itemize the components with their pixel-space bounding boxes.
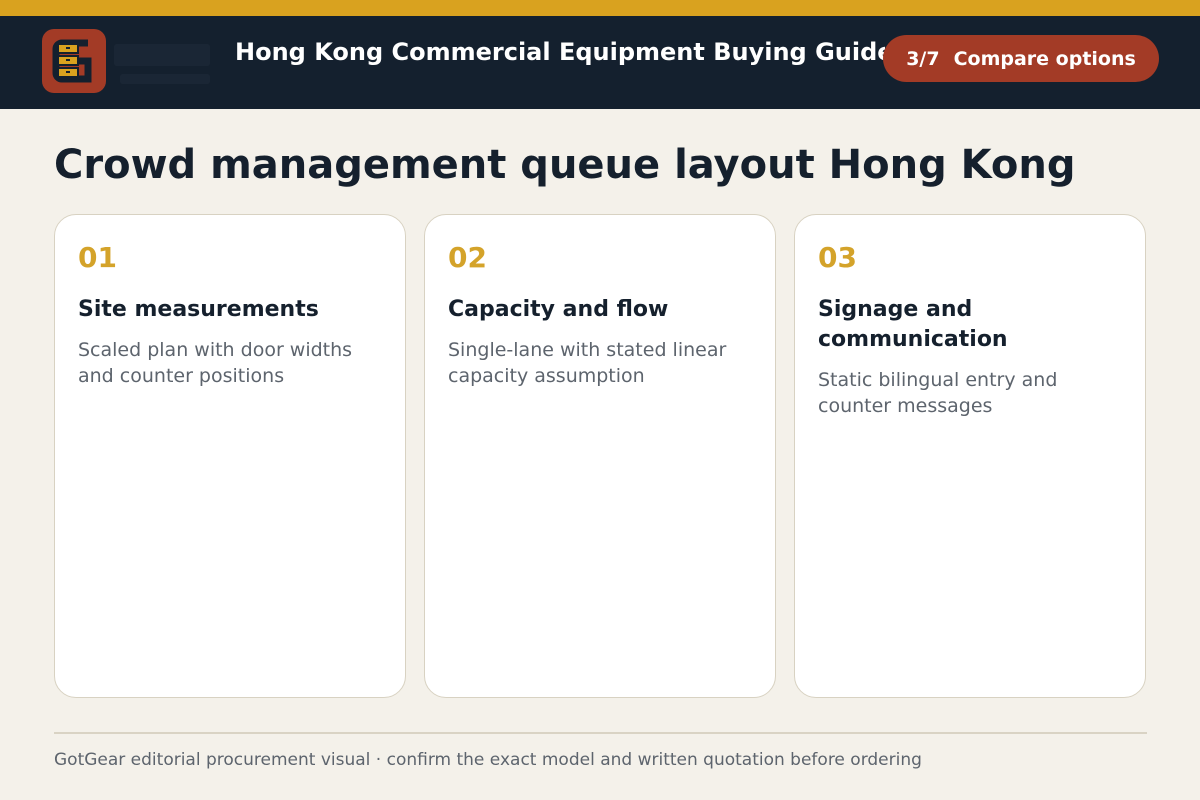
page-title: Crowd management queue layout Hong Kong [54, 142, 1076, 188]
card-title: Signage and communication [818, 297, 1008, 352]
card-signage-and-communication: 03 Signage and communication Static bili… [794, 214, 1146, 698]
guide-title: Hong Kong Commercial Equipment Buying Gu… [235, 38, 885, 66]
card-number: 01 [78, 241, 117, 274]
card-capacity-and-flow: 02 Capacity and flow Single-lane with st… [424, 214, 776, 698]
top-accent-stripe [0, 0, 1200, 16]
logo-wordmark-shadow [114, 44, 210, 84]
footer-divider [54, 732, 1147, 734]
card-number: 02 [448, 241, 487, 274]
header-bar: Hong Kong Commercial Equipment Buying Gu… [0, 16, 1200, 109]
gotgear-logo-icon[interactable] [42, 29, 106, 93]
card-title: Capacity and flow [448, 297, 669, 322]
card-number: 03 [818, 241, 857, 274]
card-description: Scaled plan with door widths and counter… [78, 339, 353, 387]
step-label: Compare options [953, 47, 1136, 70]
card-description: Single-lane with stated linear capacity … [448, 339, 727, 387]
card-site-measurements: 01 Site measurements Scaled plan with do… [54, 214, 406, 698]
card-title: Site measurements [78, 297, 319, 322]
step-counter: 3/7 [906, 47, 940, 70]
step-progress-button[interactable]: 3/7 Compare options [883, 35, 1159, 82]
footer-note: GotGear editorial procurement visual · c… [54, 750, 922, 770]
card-description: Static bilingual entry and counter messa… [818, 369, 1058, 417]
